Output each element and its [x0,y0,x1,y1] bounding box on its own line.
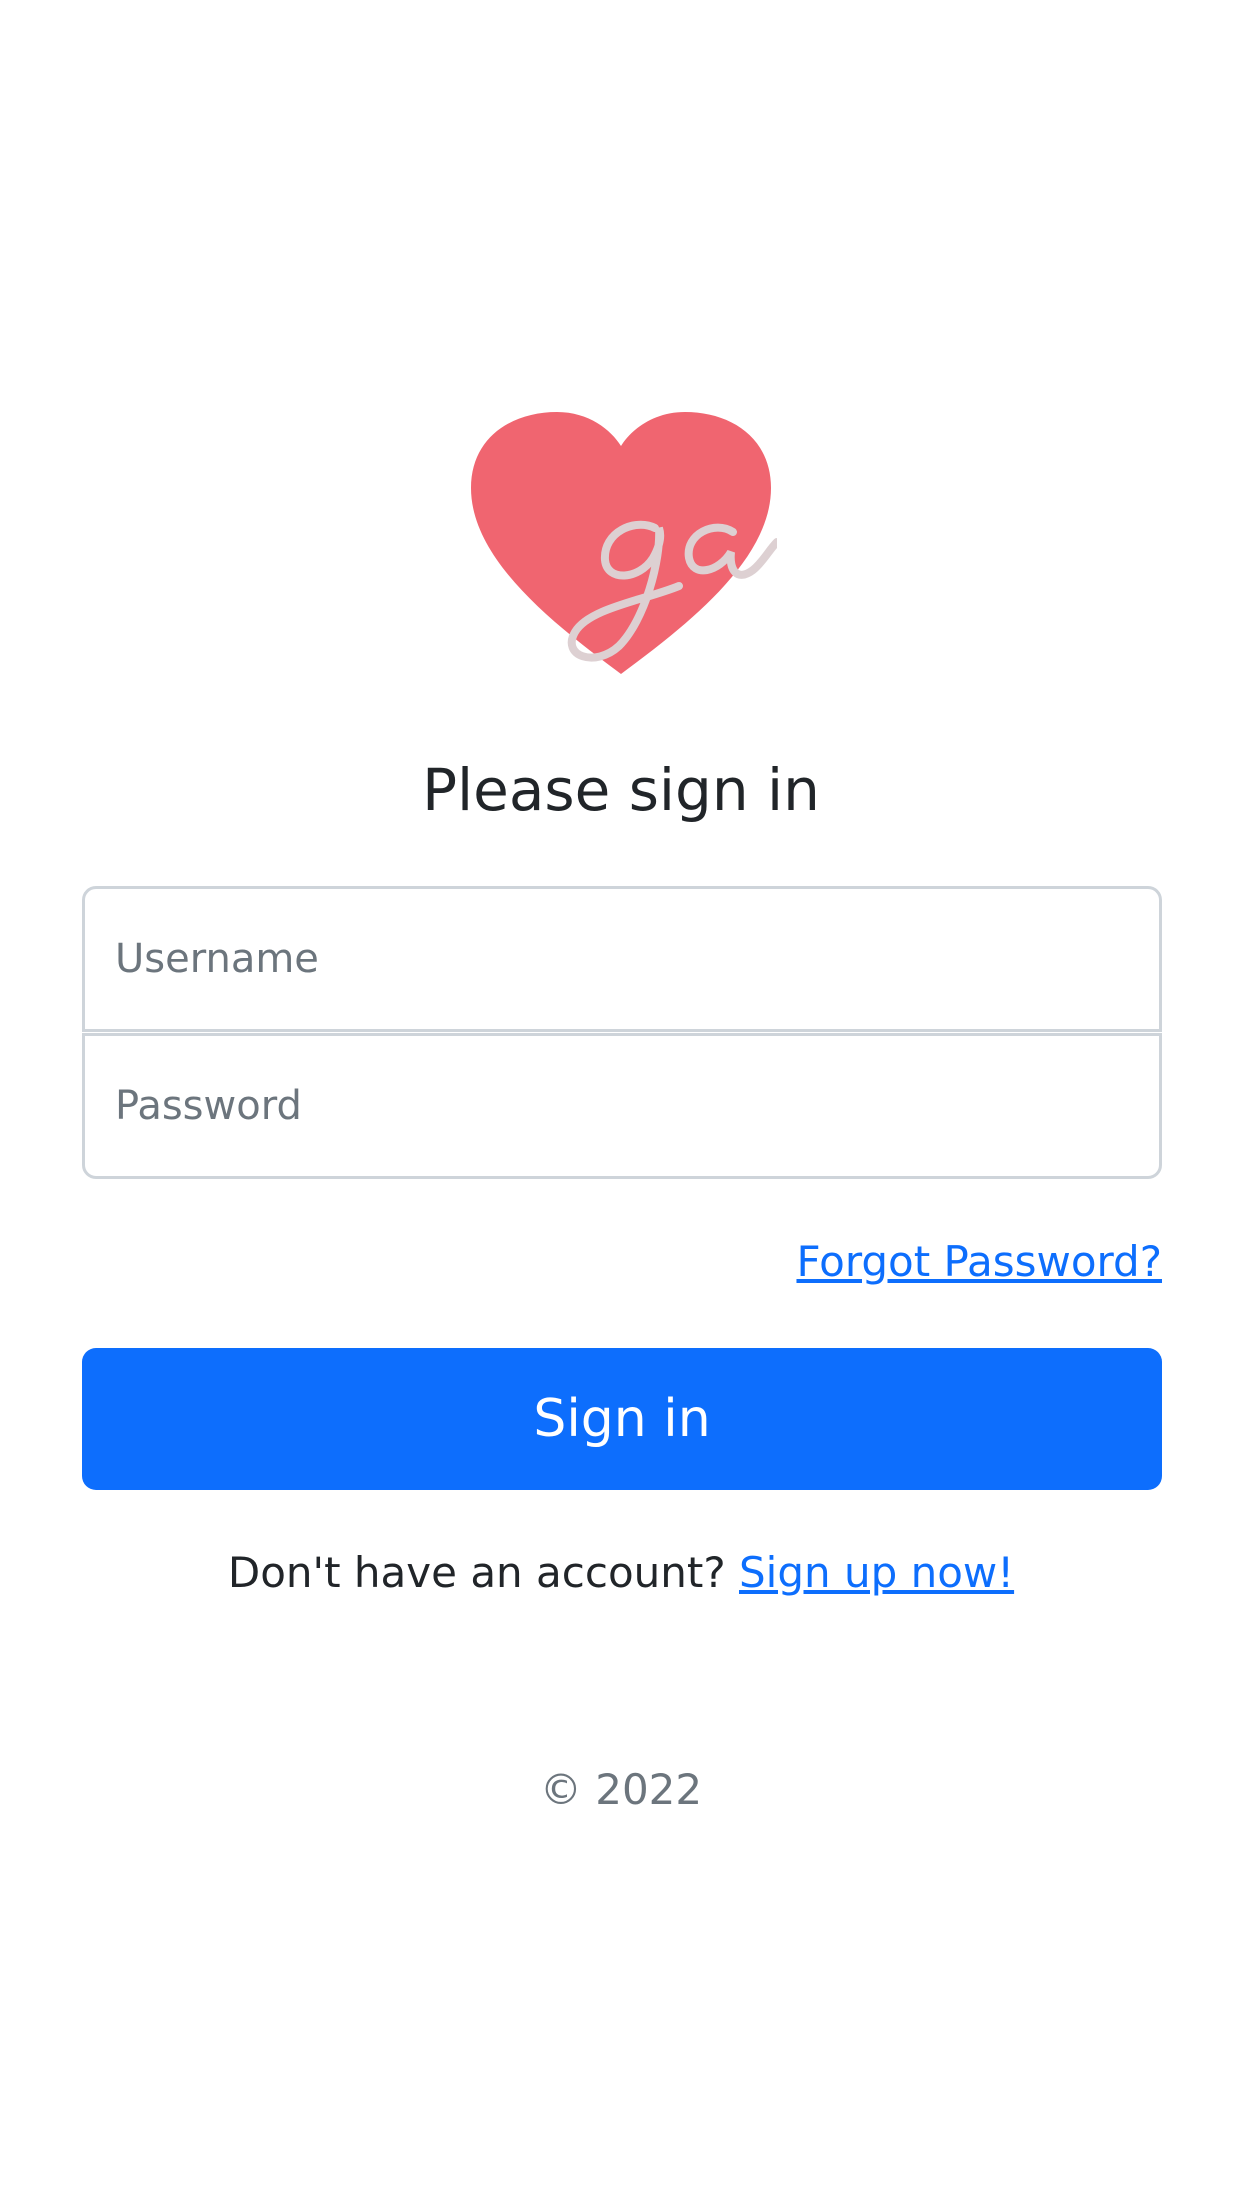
password-input[interactable] [82,1033,1162,1179]
signup-prompt: Don't have an account? [227,1548,726,1597]
forgot-password-link[interactable]: Forgot Password? [796,1234,1162,1290]
sign-in-button[interactable]: Sign in [82,1348,1162,1490]
signup-link[interactable]: Sign up now! [739,1548,1014,1597]
page-title: Please sign in [422,756,820,824]
signup-row: Don't have an account? Sign up now! [0,1545,1242,1601]
username-input[interactable] [82,886,1162,1032]
heart-logo [465,410,777,682]
copyright-footer: © 2022 [539,1765,703,1814]
